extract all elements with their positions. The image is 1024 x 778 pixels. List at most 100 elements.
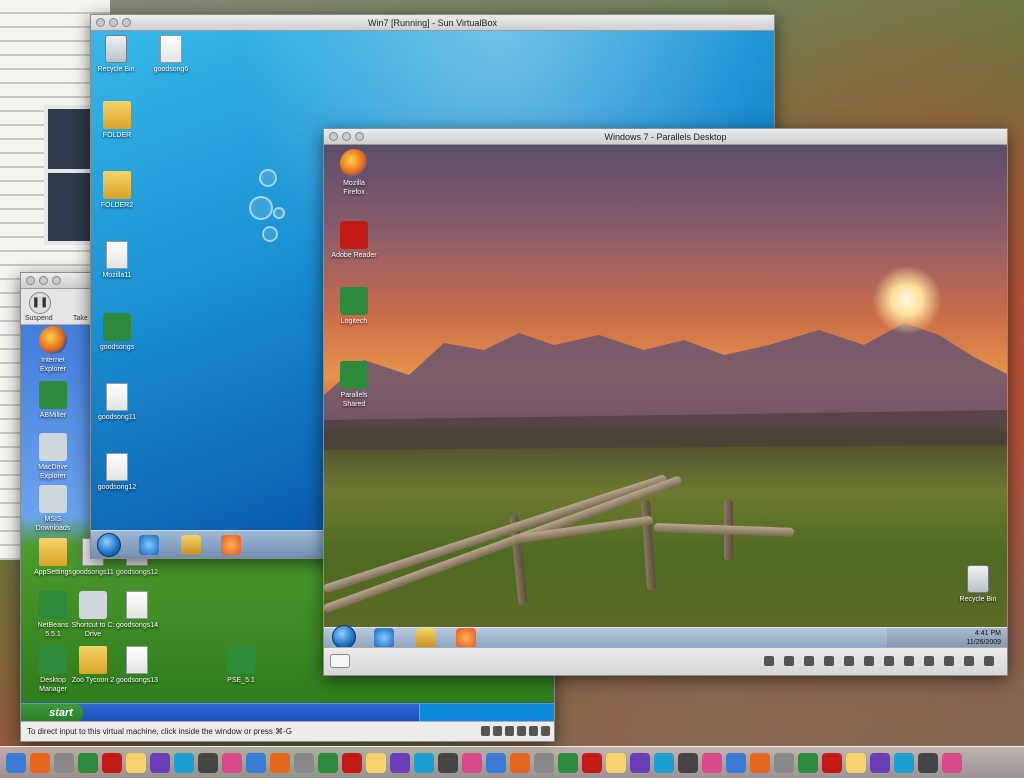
close-button[interactable]: [96, 18, 105, 27]
dock-app-icon[interactable]: [750, 752, 770, 773]
system-tray[interactable]: 4:41 PM 11/26/2009: [887, 628, 1007, 648]
dock-app-icon[interactable]: [174, 752, 194, 773]
dock-app-icon[interactable]: [582, 752, 602, 773]
device-icon[interactable]: [493, 726, 502, 736]
desktop-icon[interactable]: goodsongs13: [107, 646, 167, 685]
device-icon[interactable]: [481, 726, 490, 736]
dock-app-icon[interactable]: [870, 752, 890, 773]
windows-orb-icon[interactable]: [332, 625, 356, 649]
desktop-icon[interactable]: goodsong12: [91, 453, 147, 492]
dock-app-icon[interactable]: [246, 752, 266, 773]
device-icon[interactable]: [864, 656, 874, 666]
dock-app-icon[interactable]: [510, 752, 530, 773]
minimize-button[interactable]: [109, 18, 118, 27]
dock-app-icon[interactable]: [822, 752, 842, 773]
folder-icon[interactable]: [416, 628, 436, 648]
view-toggle-button[interactable]: [330, 654, 350, 668]
minimize-button[interactable]: [39, 276, 48, 285]
dock-app-icon[interactable]: [150, 752, 170, 773]
parallels-titlebar[interactable]: Windows 7 - Parallels Desktop: [324, 129, 1007, 145]
desktop-icon[interactable]: FOLDER: [91, 101, 147, 140]
dock-app-icon[interactable]: [102, 752, 122, 773]
dock-app-icon[interactable]: [774, 752, 794, 773]
dock-app-icon[interactable]: [222, 752, 242, 773]
device-icon[interactable]: [904, 656, 914, 666]
close-button[interactable]: [329, 132, 338, 141]
dock-app-icon[interactable]: [390, 752, 410, 773]
vbox-titlebar[interactable]: Win7 [Running] - Sun VirtualBox: [91, 15, 774, 31]
start-button[interactable]: start: [21, 704, 83, 722]
device-icon[interactable]: [944, 656, 954, 666]
desktop-icon[interactable]: FOLDER2: [91, 171, 147, 210]
dock-app-icon[interactable]: [918, 752, 938, 773]
suspend-label[interactable]: Suspend: [25, 315, 53, 322]
dock-app-icon[interactable]: [30, 752, 50, 773]
recycle-bin[interactable]: Recycle Bin: [948, 565, 1007, 604]
dock-app-icon[interactable]: [630, 752, 650, 773]
desktop-icon[interactable]: Parallels Shared: [324, 361, 384, 409]
dock-app-icon[interactable]: [654, 752, 674, 773]
dock-app-icon[interactable]: [606, 752, 626, 773]
desktop-icon[interactable]: MSIS Downloads: [23, 485, 83, 533]
dock-app-icon[interactable]: [6, 752, 26, 773]
dock-app-icon[interactable]: [462, 752, 482, 773]
desktop-icon[interactable]: Mozilla Firefox: [324, 149, 384, 197]
desktop-icon[interactable]: Logitech: [324, 287, 384, 326]
dock-app-icon[interactable]: [366, 752, 386, 773]
take-label[interactable]: Take: [73, 315, 88, 322]
ie-icon[interactable]: [374, 628, 394, 648]
device-icon[interactable]: [529, 726, 538, 736]
dock-app-icon[interactable]: [342, 752, 362, 773]
device-icon[interactable]: [924, 656, 934, 666]
desktop-icon[interactable]: Adobe Reader: [324, 221, 384, 260]
dock-app-icon[interactable]: [78, 752, 98, 773]
desktop-icon[interactable]: Mozilla11: [91, 241, 147, 280]
pause-icon[interactable]: ❚❚: [29, 292, 51, 314]
desktop-icon[interactable]: Recycle Bin: [91, 35, 146, 74]
dock-app-icon[interactable]: [846, 752, 866, 773]
device-icon[interactable]: [784, 656, 794, 666]
desktop-icon[interactable]: goodsongs: [91, 313, 147, 352]
minimize-button[interactable]: [342, 132, 351, 141]
device-icon[interactable]: [517, 726, 526, 736]
desktop-icon[interactable]: ABMilter: [23, 381, 83, 420]
dock-app-icon[interactable]: [678, 752, 698, 773]
device-icon[interactable]: [964, 656, 974, 666]
dock-app-icon[interactable]: [798, 752, 818, 773]
device-icon[interactable]: [884, 656, 894, 666]
dock-app-icon[interactable]: [54, 752, 74, 773]
win7-landscape-desktop[interactable]: [324, 145, 1007, 627]
desktop-icon[interactable]: Internet Explorer: [23, 326, 83, 374]
close-button[interactable]: [26, 276, 35, 285]
device-icon[interactable]: [541, 726, 550, 736]
dock-app-icon[interactable]: [414, 752, 434, 773]
dock-app-icon[interactable]: [942, 752, 962, 773]
device-icon[interactable]: [844, 656, 854, 666]
dock-app-icon[interactable]: [894, 752, 914, 773]
zoom-button[interactable]: [355, 132, 364, 141]
dock-app-icon[interactable]: [702, 752, 722, 773]
dock-app-icon[interactable]: [318, 752, 338, 773]
dock-app-icon[interactable]: [198, 752, 218, 773]
media-player-icon[interactable]: [456, 628, 476, 648]
dock-app-icon[interactable]: [294, 752, 314, 773]
media-player-icon[interactable]: [221, 535, 241, 555]
desktop-icon[interactable]: goodsongs14: [107, 591, 167, 630]
dock-app-icon[interactable]: [558, 752, 578, 773]
device-icon[interactable]: [984, 656, 994, 666]
dock-app-icon[interactable]: [438, 752, 458, 773]
dock-app-icon[interactable]: [726, 752, 746, 773]
device-icon[interactable]: [764, 656, 774, 666]
folder-icon[interactable]: [181, 535, 201, 555]
desktop-icon[interactable]: PSE_5.1: [211, 646, 271, 685]
device-icon[interactable]: [505, 726, 514, 736]
desktop-icon[interactable]: goodsong11: [91, 383, 147, 422]
dock-app-icon[interactable]: [486, 752, 506, 773]
device-icon[interactable]: [824, 656, 834, 666]
zoom-button[interactable]: [52, 276, 61, 285]
parallels-window[interactable]: Windows 7 - Parallels Desktop Recycle Bi…: [323, 128, 1008, 676]
windows-orb-icon[interactable]: [97, 533, 121, 557]
dock-app-icon[interactable]: [270, 752, 290, 773]
ie-icon[interactable]: [139, 535, 159, 555]
zoom-button[interactable]: [122, 18, 131, 27]
